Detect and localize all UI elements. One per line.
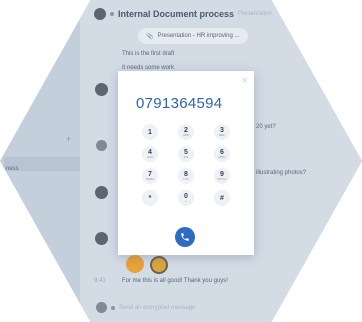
dial-key-button[interactable]: 1 [142,124,158,140]
attachment-pill[interactable]: 📎 Presentation - HR improving ... [138,28,248,44]
encryption-icon [111,305,115,310]
dial-key-letters: JKL [183,155,189,159]
dial-key-button[interactable]: 9 WXYZ [214,168,230,184]
dial-key-digit: * [148,194,152,202]
dial-key-button[interactable]: 0 + [178,190,194,206]
dial-key[interactable]: 1 [132,121,168,143]
dial-key[interactable]: 0 + [168,187,204,209]
dial-key-button[interactable]: * [142,190,158,206]
dial-key[interactable]: 6 MNO [204,143,240,165]
dial-key-button[interactable]: 5 JKL [178,146,194,162]
dialer-dialog: ✕ 0791364594 1 2 ABC 3 DEF 4 GHI 5 JKL 6 MNO 7 PQRS 8… [118,71,254,255]
dial-pad: 1 2 ABC 3 DEF 4 GHI 5 JKL 6 MNO 7 PQRS 8 TUV 9 WXYZ * 0 + # [132,121,240,209]
message-text: For me this is all good! Thank you guys! [122,278,228,284]
dial-key[interactable]: 3 DEF [204,121,240,143]
chat-subtitle: Presentation [238,11,272,17]
dial-key-button[interactable]: 3 DEF [214,124,230,140]
sidebar-item[interactable]: ness [4,157,80,172]
dial-key[interactable]: 7 PQRS [132,165,168,187]
dial-key[interactable]: * [132,187,168,209]
dial-key-letters: GHI [147,155,153,159]
phone-icon [181,233,189,241]
close-icon[interactable]: ✕ [241,76,248,85]
dial-key-digit: # [220,194,224,202]
dial-key-letters: ABC [182,133,190,137]
avatar[interactable] [95,232,108,245]
avatar [96,302,107,313]
avatar[interactable] [96,140,107,151]
dial-key-letters: PQRS [145,177,155,181]
paperclip-icon: 📎 [146,33,154,40]
dial-key-letters: MNO [218,155,226,159]
message-text: 20 yet? [256,124,276,130]
chat-header: Internal Document process Presentation [94,8,272,20]
sidebar: + ness [0,0,80,322]
message-time: 9:41 [94,278,106,284]
avatar[interactable] [95,186,108,199]
dial-key-button[interactable]: 6 MNO [214,146,230,162]
dial-key[interactable]: 5 JKL [168,143,204,165]
dial-key[interactable]: 8 TUV [168,165,204,187]
dial-key-letters: TUV [183,177,189,181]
dial-key-letters: DEF [219,133,225,137]
message-text: This is the first draft [122,51,175,57]
pill-label: Presentation - HR improving ... [157,33,240,39]
dial-key[interactable]: 2 ABC [168,121,204,143]
dial-key-digit: 1 [148,128,152,136]
avatar[interactable] [94,8,106,20]
sidebar-item-label: ness [6,166,19,172]
dial-key-button[interactable]: # [214,190,230,206]
screen: + ness Internal Document process Present… [0,0,362,322]
emoji-sticker [126,255,144,273]
dial-key[interactable]: # [204,187,240,209]
message-input[interactable]: Send an encrypted message [119,305,195,311]
dial-key-button[interactable]: 4 GHI [142,146,158,162]
emoji-sticker [150,256,168,274]
status-dot [110,12,114,16]
dial-key[interactable]: 9 WXYZ [204,165,240,187]
dial-key-button[interactable]: 8 TUV [178,168,194,184]
dial-key-letters: + [185,199,187,203]
chat-title: Internal Document process [118,9,235,19]
dial-key-button[interactable]: 7 PQRS [142,168,158,184]
dial-key-button[interactable]: 2 ABC [178,124,194,140]
dialed-number[interactable]: 0791364594 [136,95,222,112]
message-text: illustrating photos? [256,170,307,176]
dial-key[interactable]: 4 GHI [132,143,168,165]
hexagon-frame: + ness Internal Document process Present… [0,0,362,322]
avatar[interactable] [95,83,108,96]
call-button[interactable] [175,227,195,247]
add-icon[interactable]: + [66,134,71,144]
dial-key-letters: WXYZ [217,177,227,181]
message-input-row: Send an encrypted message [96,302,195,313]
